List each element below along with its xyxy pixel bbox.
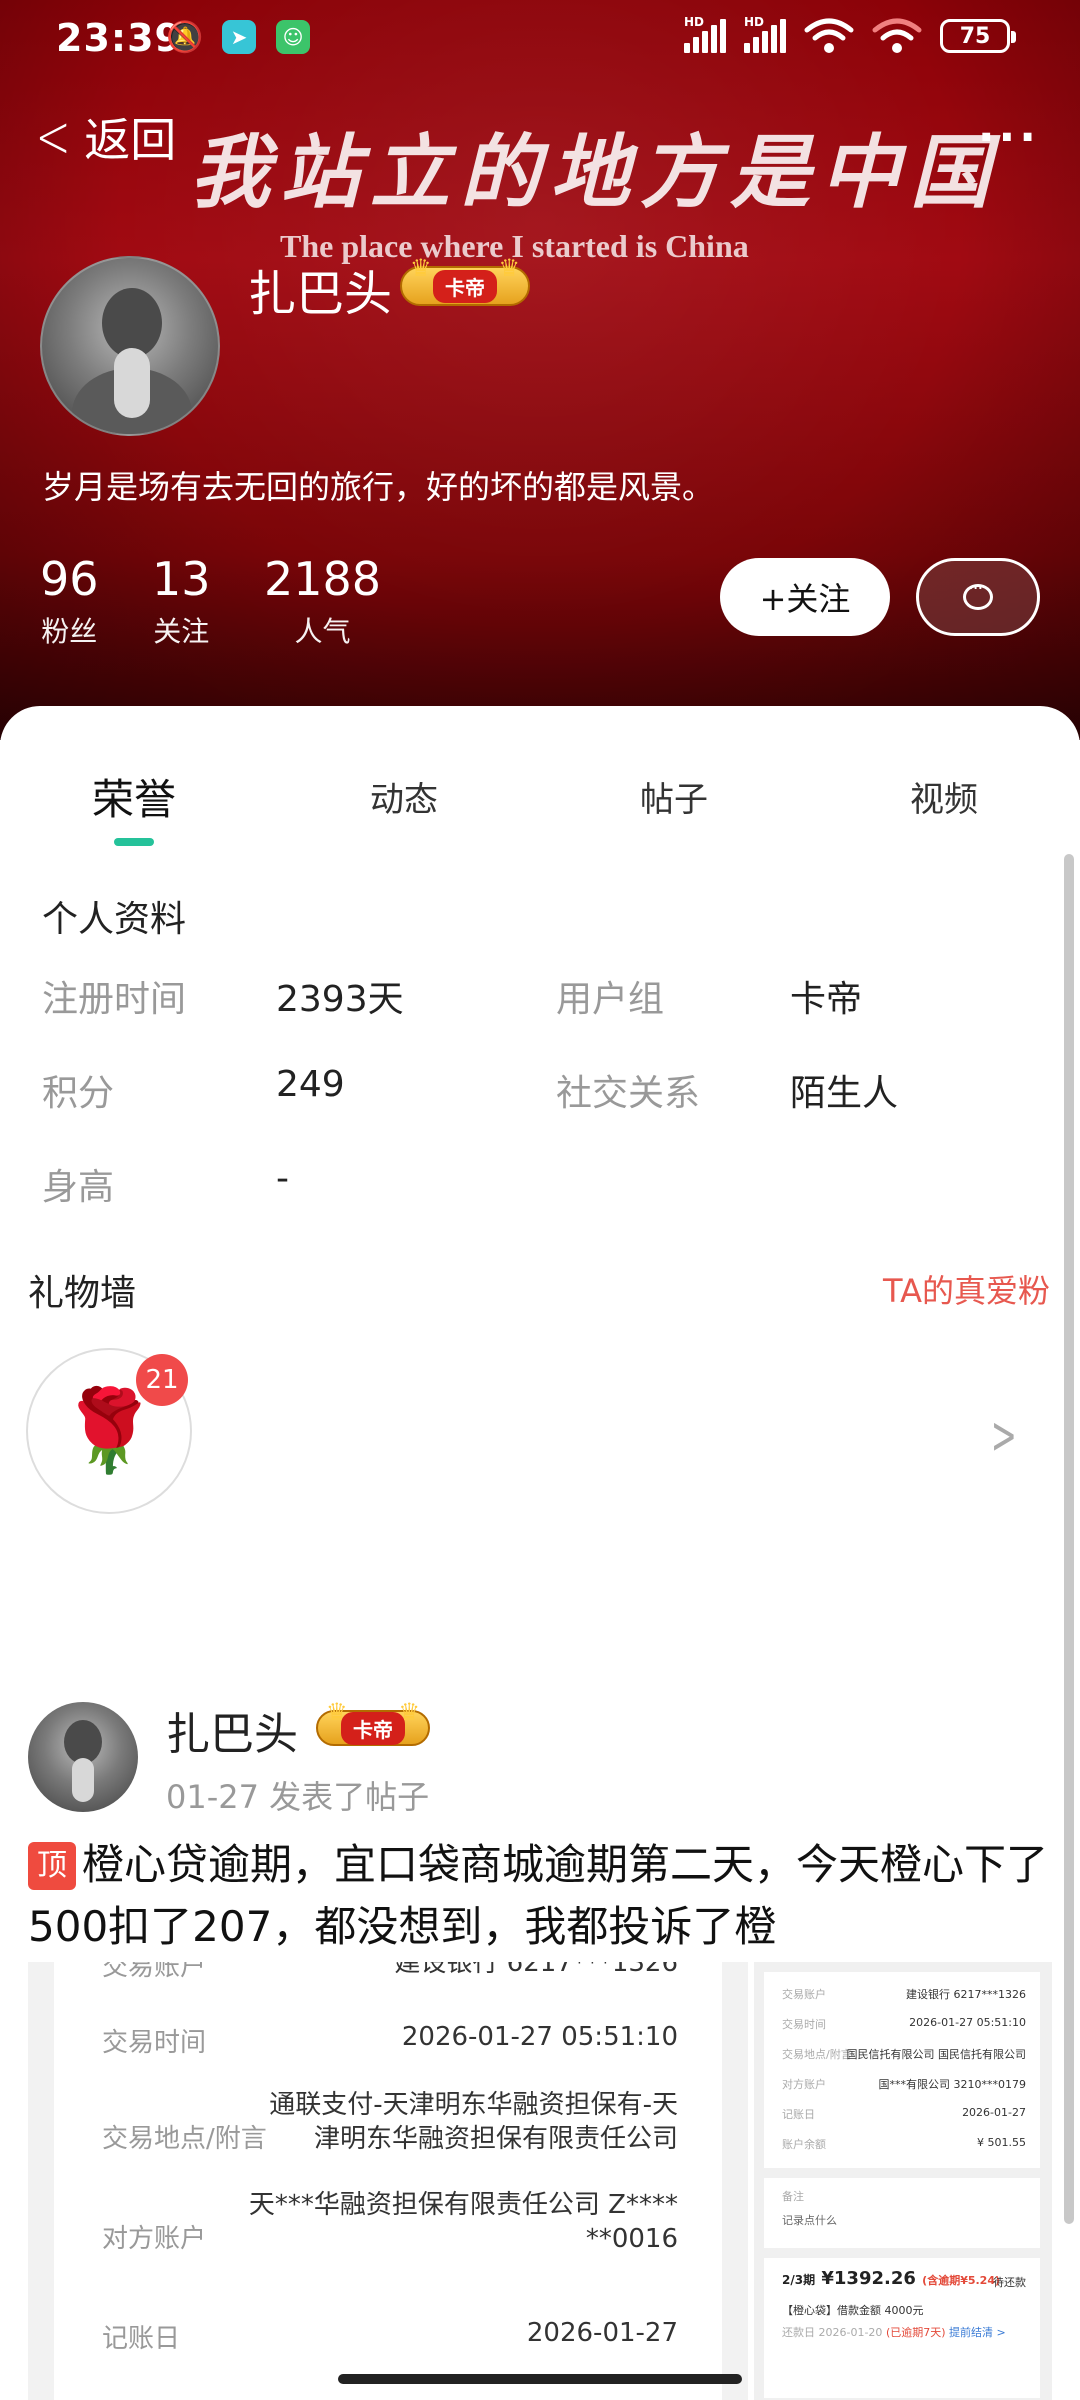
- receipt-label: 对方账户: [102, 2224, 207, 2254]
- signal-icon: HD: [684, 15, 726, 53]
- receipt-label: 交易地点/附言: [102, 2124, 267, 2154]
- gift-wall-title: 礼物墙: [28, 1273, 137, 1314]
- tab-activity[interactable]: 动态: [370, 772, 438, 821]
- post-image-loan[interactable]: 交易账户 建设银行 6217***1326 交易时间 2026-01-27 05…: [754, 1962, 1052, 2400]
- avatar[interactable]: [40, 256, 220, 436]
- chat-bubble-icon: [963, 578, 993, 610]
- info-value-group: 卡帝: [790, 979, 863, 1020]
- info-label-group: 用户组: [556, 979, 665, 1020]
- back-button[interactable]: < 返回: [28, 102, 177, 172]
- tab-indicator: [114, 838, 154, 846]
- status-time: 23:39: [56, 16, 182, 60]
- chevron-right-icon[interactable]: >: [991, 1406, 1017, 1466]
- battery-level: 75: [959, 23, 991, 49]
- stat-following[interactable]: 13 关注: [152, 552, 211, 650]
- note-card: 备注 记录点什么: [764, 2178, 1040, 2248]
- chevron-left-icon: <: [35, 102, 71, 172]
- banner-title: 我站立的地方是中国: [190, 125, 1000, 219]
- home-indicator[interactable]: [338, 2374, 742, 2384]
- cat-app-icon: ☺: [276, 20, 310, 54]
- battery-icon: 75: [940, 19, 1016, 53]
- receipt-card: 交易账户 建设银行 6217***1326 交易时间 2026-01-27 05…: [54, 1962, 722, 2400]
- tab-bar: 荣誉 动态 帖子 视频: [0, 706, 1080, 846]
- tab-honor[interactable]: 荣誉: [92, 766, 176, 827]
- info-value-register: 2393天: [276, 979, 404, 1020]
- stat-popularity: 2188 人气: [264, 552, 382, 648]
- receipt-value: 2026-01-27: [526, 2318, 678, 2348]
- info-value-height: -: [276, 1158, 289, 1199]
- receipt-value: 天***华融资担保有限责任公司 Z**** **0016: [248, 2190, 678, 2254]
- profile-name: 扎巴头: [248, 266, 393, 322]
- user-group-badge: 卡帝: [400, 254, 530, 306]
- mute-icon: 🔕: [166, 19, 204, 55]
- loan-card: 2/3期 ¥1392.26 (含逾期¥5.24) 待还款 【橙心袋】借款金额 4…: [764, 2258, 1040, 2398]
- post-author[interactable]: 扎巴头: [166, 1698, 298, 1762]
- stat-fans[interactable]: 96 粉丝: [40, 552, 99, 650]
- user-group-badge: 卡帝: [316, 1698, 430, 1746]
- profile-bio: 岁月是场有去无回的旅行，好的坏的都是风景。: [42, 468, 715, 506]
- status-left-icons: 🔕 ➤ ☺: [166, 19, 310, 55]
- receipt-label: 交易账户: [102, 1962, 207, 1982]
- gift-count-badge: 21: [136, 1354, 188, 1406]
- post-image-receipt[interactable]: 交易账户 建设银行 6217***1326 交易时间 2026-01-27 05…: [28, 1962, 748, 2400]
- receipt-card: 交易账户 建设银行 6217***1326 交易时间 2026-01-27 05…: [764, 1972, 1040, 2168]
- receipt-label: 记账日: [102, 2324, 181, 2354]
- crown-icon: 卡帝: [316, 1698, 430, 1746]
- true-fans-link[interactable]: TA的真爱粉: [883, 1266, 1050, 1312]
- status-right-icons: HD HD 75: [684, 15, 1016, 54]
- info-label-relation: 社交关系: [556, 1073, 701, 1114]
- profile-info-title: 个人资料: [42, 899, 187, 940]
- post-title[interactable]: 顶橙心贷逾期，宜口袋商城逾期第二天，今天橙心下了500扣了207，都没想到，我都…: [28, 1834, 1058, 1958]
- profile-content: 荣誉 动态 帖子 视频 个人资料 注册时间 2393天 用户组 卡帝 积分 24…: [0, 706, 1080, 2400]
- receipt-label: 交易时间: [102, 2028, 207, 2058]
- message-button[interactable]: [916, 558, 1040, 636]
- info-value-points: 249: [276, 1064, 345, 1105]
- post-meta: 01-27 发表了帖子: [166, 1778, 430, 1816]
- post-title-text: 橙心贷逾期，宜口袋商城逾期第二天，今天橙心下了500扣了207，都没想到，我都投…: [28, 1840, 1049, 1951]
- info-label-points: 积分: [42, 1073, 115, 1114]
- send-app-icon: ➤: [222, 20, 256, 54]
- receipt-value: 通联支付-天津明东华融资担保有-天 津明东华融资担保有限责任公司: [269, 2090, 678, 2154]
- info-label-height: 身高: [42, 1167, 115, 1208]
- signal-icon: HD: [744, 15, 786, 53]
- crown-icon: 卡帝: [400, 254, 530, 306]
- wifi-icon: [804, 18, 854, 53]
- follow-button[interactable]: +关注: [720, 558, 890, 636]
- receipt-value: 2026-01-27 05:51:10: [401, 2022, 678, 2052]
- post-avatar[interactable]: [28, 1702, 138, 1812]
- pinned-badge: 顶: [28, 1842, 76, 1890]
- back-label: 返回: [84, 113, 177, 167]
- info-label-register: 注册时间: [42, 979, 187, 1020]
- scrollbar[interactable]: [1064, 854, 1074, 2224]
- tab-posts[interactable]: 帖子: [640, 772, 708, 821]
- receipt-value: 建设银行 6217***1326: [394, 1962, 678, 1978]
- tab-videos[interactable]: 视频: [910, 772, 978, 821]
- wifi-icon: [872, 18, 922, 53]
- profile-header: 23:39 🔕 ➤ ☺ HD HD 75 < 返回 ··· 我站立的地方是中国 …: [0, 0, 1080, 740]
- status-bar: 23:39 🔕 ➤ ☺ HD HD 75: [0, 0, 1080, 80]
- info-value-relation: 陌生人: [790, 1073, 899, 1114]
